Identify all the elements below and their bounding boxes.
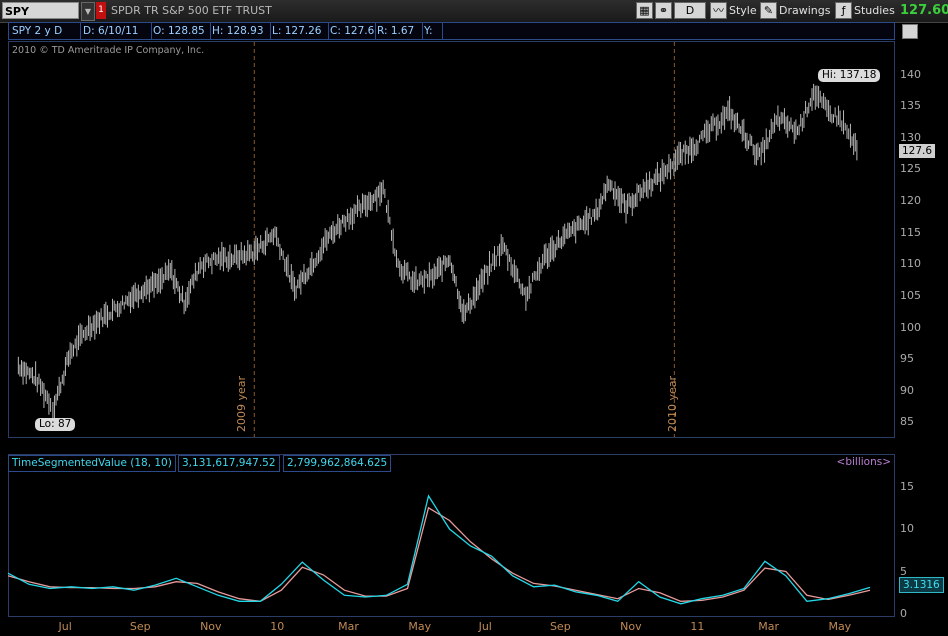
study-axis-tick: 10 [900, 522, 914, 535]
price-axis-tick: 95 [900, 352, 914, 366]
price-axis-tick: 135 [900, 99, 921, 113]
time-axis-tick: 10 [270, 620, 285, 633]
chart-canvas[interactable] [0, 0, 948, 636]
price-axis-tick: 100 [900, 320, 921, 334]
time-axis-tick: Mar [758, 620, 780, 633]
year-marker-2009: 2009 year [235, 375, 248, 432]
low-label: Lo: 87 [35, 418, 76, 431]
price-axis-tick: 115 [900, 225, 921, 239]
study-axis-tick: 15 [900, 479, 914, 493]
price-axis-tick: 85 [900, 415, 914, 429]
study-axis-tick: 5 [900, 564, 907, 578]
study-axis-tick: 0 [900, 607, 907, 620]
time-axis-tick: Jul [478, 620, 492, 633]
price-axis-tick: 120 [900, 194, 921, 208]
price-axis-tick: 130 [900, 130, 921, 144]
time-axis-tick: 11 [690, 620, 705, 633]
year-marker-2010: 2010 year [666, 375, 679, 432]
tsv-slow-line [7, 506, 871, 602]
time-axis-tick: May [408, 620, 432, 633]
price-tag: 127.6 [899, 144, 936, 158]
time-axis-tick: May [828, 620, 852, 633]
time-axis-tick: Mar [338, 620, 359, 633]
study-value-tag: 3.1316 [899, 577, 944, 593]
price-axis-tick: 105 [900, 288, 921, 302]
time-axis-tick: Sep [549, 620, 571, 633]
price-axis-tick: 110 [900, 257, 921, 271]
high-label: Hi: 137.18 [818, 69, 881, 82]
time-axis-tick: Nov [200, 620, 222, 633]
price-axis-tick: 125 [900, 162, 921, 176]
time-axis-tick: Nov [620, 620, 642, 633]
price-axis-tick: 140 [900, 67, 921, 81]
time-axis-tick: Jul [58, 620, 72, 633]
price-axis-tick: 90 [900, 383, 914, 397]
time-axis-tick: Sep [129, 620, 151, 633]
